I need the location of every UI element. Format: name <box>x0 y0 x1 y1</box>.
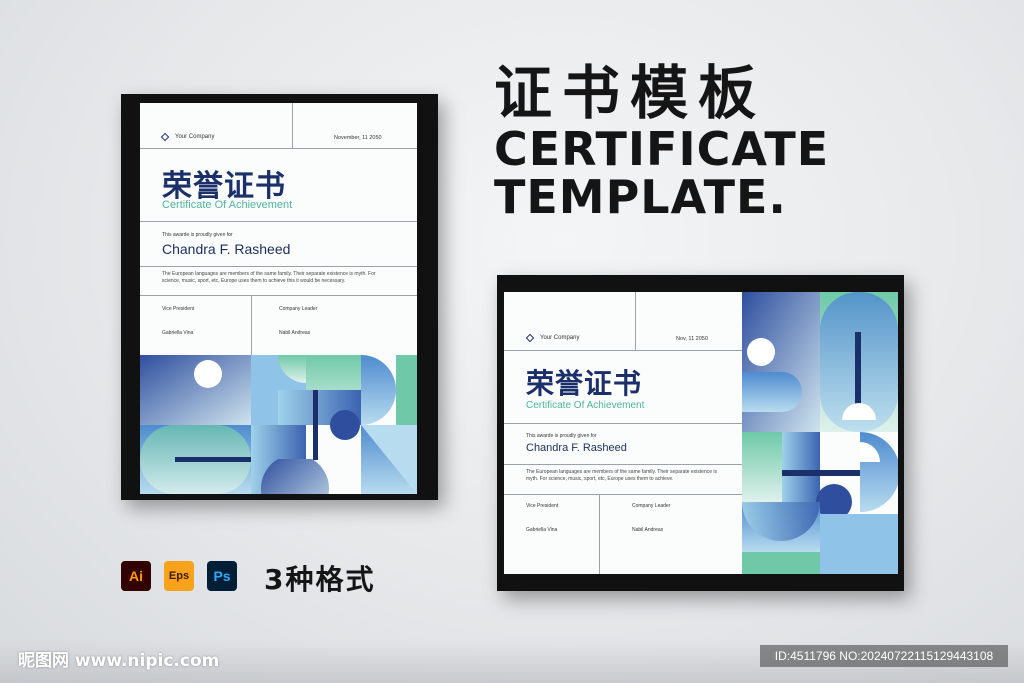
signer2-title: Company Leader <box>632 503 671 509</box>
divider <box>292 103 293 148</box>
portrait-certificate: Your Company November, 11 2050 荣誉证书 Cert… <box>140 103 417 494</box>
divider <box>504 423 742 424</box>
formats-label: 3种格式 <box>264 563 376 596</box>
certificate-date: Nov, 11 2050 <box>676 336 708 342</box>
headline-cn: 证书模板 <box>494 59 767 127</box>
signer1-title: Vice President <box>162 306 195 312</box>
signer2-name: Nabil Andreas <box>632 527 664 533</box>
ps-format-icon: Ps <box>207 561 237 591</box>
divider <box>140 295 417 296</box>
landscape-certificate: Your Company Nov, 11 2050 荣誉证书 Certifica… <box>504 292 898 574</box>
headline-en-line2: TEMPLATE. <box>494 170 787 224</box>
divider <box>504 464 742 465</box>
recipient-name: Chandra F. Rasheed <box>526 442 627 454</box>
certificate-description: The European languages are members of th… <box>526 469 718 482</box>
divider <box>140 148 417 149</box>
signer2-title: Company Leader <box>279 306 318 312</box>
landscape-geometric-artwork <box>742 292 898 574</box>
headline-en-line1: CERTIFICATE <box>494 122 830 176</box>
given-for-label: This awarde is proudly given for <box>162 232 233 238</box>
certificate-description: The European languages are members of th… <box>162 271 376 284</box>
eps-format-icon: Eps <box>164 561 194 591</box>
divider <box>635 292 636 350</box>
certificate-date: November, 11 2050 <box>334 135 382 141</box>
divider <box>504 350 742 351</box>
divider <box>140 221 417 222</box>
watermark-id: ID:4511796 NO:20240722115129443108 <box>760 645 1008 667</box>
company-logo-icon <box>160 132 170 142</box>
recipient-name: Chandra F. Rasheed <box>162 241 291 257</box>
certificate-subtitle: Certificate Of Achievement <box>526 400 645 411</box>
company-name: Your Company <box>175 134 215 140</box>
certificate-subtitle: Certificate Of Achievement <box>162 199 293 211</box>
certificate-title: 荣誉证书 <box>526 367 643 400</box>
ai-format-icon: Ai <box>121 561 151 591</box>
signer1-name: Gabriella Vina <box>162 330 194 336</box>
company-logo-icon <box>525 333 535 343</box>
divider <box>251 295 252 355</box>
divider <box>140 266 417 267</box>
divider <box>599 494 600 574</box>
given-for-label: This awarde is proudly given for <box>526 433 597 439</box>
company-name: Your Company <box>540 335 580 341</box>
signer1-title: Vice President <box>526 503 559 509</box>
divider <box>504 494 742 495</box>
portrait-geometric-artwork <box>140 355 417 494</box>
watermark-site: 昵图网 www.nipic.com <box>18 651 220 671</box>
signer2-name: Nabil Andreas <box>279 330 311 336</box>
signer1-name: Gabriella Vina <box>526 527 558 533</box>
